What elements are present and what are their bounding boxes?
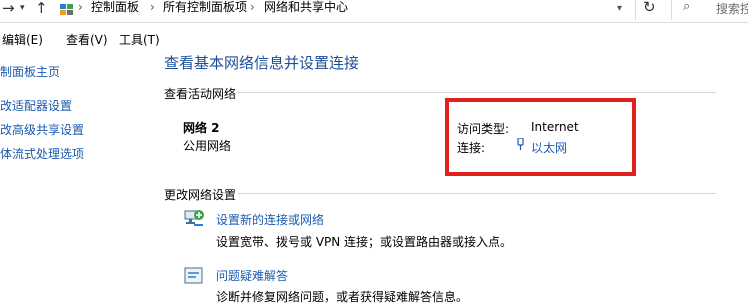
breadcrumb-separator-icon: › — [78, 0, 83, 14]
breadcrumb-separator-icon: › — [150, 0, 155, 14]
task-setup-connection-link[interactable]: 设置新的连接或网络 — [216, 211, 324, 228]
menu-view[interactable]: 查看(V) — [66, 31, 108, 48]
search-placeholder: 搜索控 — [716, 2, 748, 16]
network-category[interactable]: 公用网络 — [183, 137, 231, 154]
task-troubleshoot-link[interactable]: 问题疑难解答 — [216, 267, 288, 284]
new-connection-icon — [184, 210, 204, 226]
up-arrow-icon[interactable]: ↑ — [35, 0, 48, 17]
section-change-settings: 更改网络设置 — [164, 188, 237, 202]
sidebar-item-media-streaming[interactable]: 体流式处理选项 — [0, 145, 84, 162]
control-panel-icon — [60, 4, 73, 15]
menu-bar: 编辑(E) 查看(V) 工具(T) — [0, 28, 748, 48]
troubleshoot-icon — [184, 267, 203, 284]
task-setup-connection-desc: 设置宽带、拨号或 VPN 连接；或设置路由器或接入点。 — [216, 235, 513, 249]
highlight-annotation — [445, 98, 636, 176]
divider — [238, 92, 716, 93]
menu-tools[interactable]: 工具(T) — [119, 31, 160, 48]
address-bar: → ▾ ↑ › 控制面板 › 所有控制面板项 › 网络和共享中心 ▾ ↻ ⌕ 搜… — [0, 0, 748, 23]
refresh-icon[interactable]: ↻ — [643, 0, 656, 16]
search-input[interactable]: ⌕ 搜索控 — [671, 0, 748, 20]
divider — [238, 193, 716, 194]
menu-edit[interactable]: 编辑(E) — [2, 31, 43, 48]
divider — [635, 0, 636, 20]
breadcrumb-network-center[interactable]: 网络和共享中心 — [264, 0, 348, 14]
breadcrumb-all-items[interactable]: 所有控制面板项 — [163, 0, 247, 14]
address-dropdown-icon[interactable]: ▾ — [617, 3, 622, 14]
sidebar-item-sharing-settings[interactable]: 改高级共享设置 — [0, 121, 84, 138]
breadcrumb-separator-icon: › — [250, 0, 255, 14]
forward-arrow-icon[interactable]: → — [2, 0, 15, 17]
history-dropdown-icon[interactable]: ▾ — [20, 3, 25, 13]
sidebar-item-adapter-settings[interactable]: 改适配器设置 — [0, 97, 72, 114]
search-icon: ⌕ — [683, 0, 691, 14]
section-active-networks: 查看活动网络 — [164, 87, 237, 101]
page-title: 查看基本网络信息并设置连接 — [164, 54, 360, 72]
network-name: 网络 2 — [183, 121, 220, 135]
sidebar-item-home[interactable]: 制面板主页 — [0, 63, 60, 80]
breadcrumb-control-panel[interactable]: 控制面板 — [91, 0, 139, 14]
task-troubleshoot-desc: 诊断并修复网络问题，或者获得疑难解答信息。 — [216, 290, 469, 304]
